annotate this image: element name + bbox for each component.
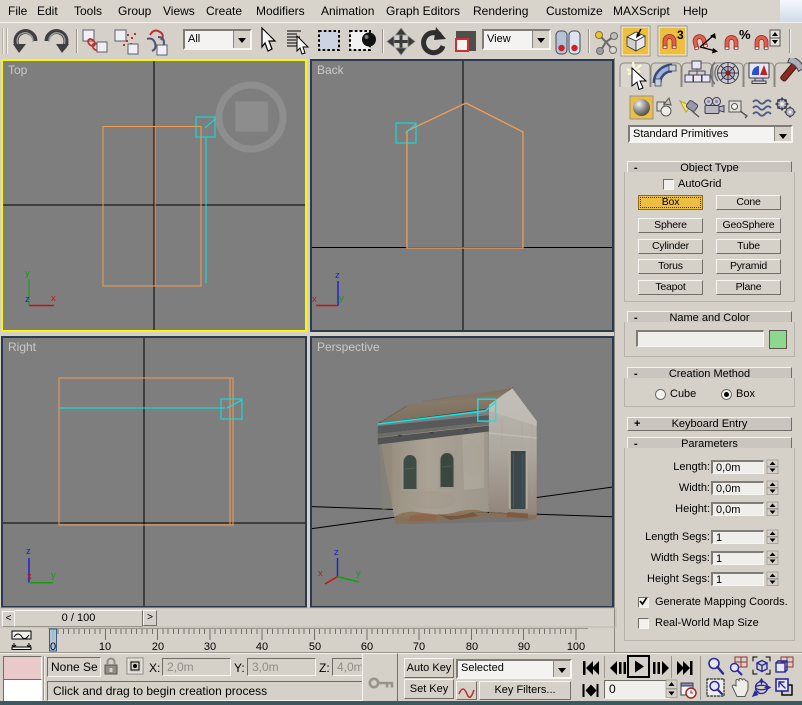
svg-text:y: y — [339, 293, 344, 304]
svg-text:x: x — [312, 294, 317, 305]
svg-text:y: y — [25, 268, 30, 279]
svg-text:x: x — [51, 293, 56, 304]
svg-text:Top: Top — [8, 63, 28, 77]
svg-text:3: 3 — [677, 28, 684, 42]
svg-text:%: % — [739, 27, 751, 42]
svg-text:z: z — [26, 546, 31, 557]
svg-text:z: z — [335, 270, 340, 281]
svg-text:Right: Right — [8, 340, 37, 354]
svg-text:Perspective: Perspective — [317, 340, 380, 354]
svg-text:y: y — [51, 570, 56, 581]
svg-text:x: x — [27, 571, 32, 582]
svg-text:z: z — [334, 547, 339, 558]
svg-text:y: y — [356, 568, 361, 579]
svg-text:Back: Back — [317, 63, 345, 77]
svg-text:z: z — [25, 294, 30, 305]
svg-text:x: x — [318, 568, 323, 579]
